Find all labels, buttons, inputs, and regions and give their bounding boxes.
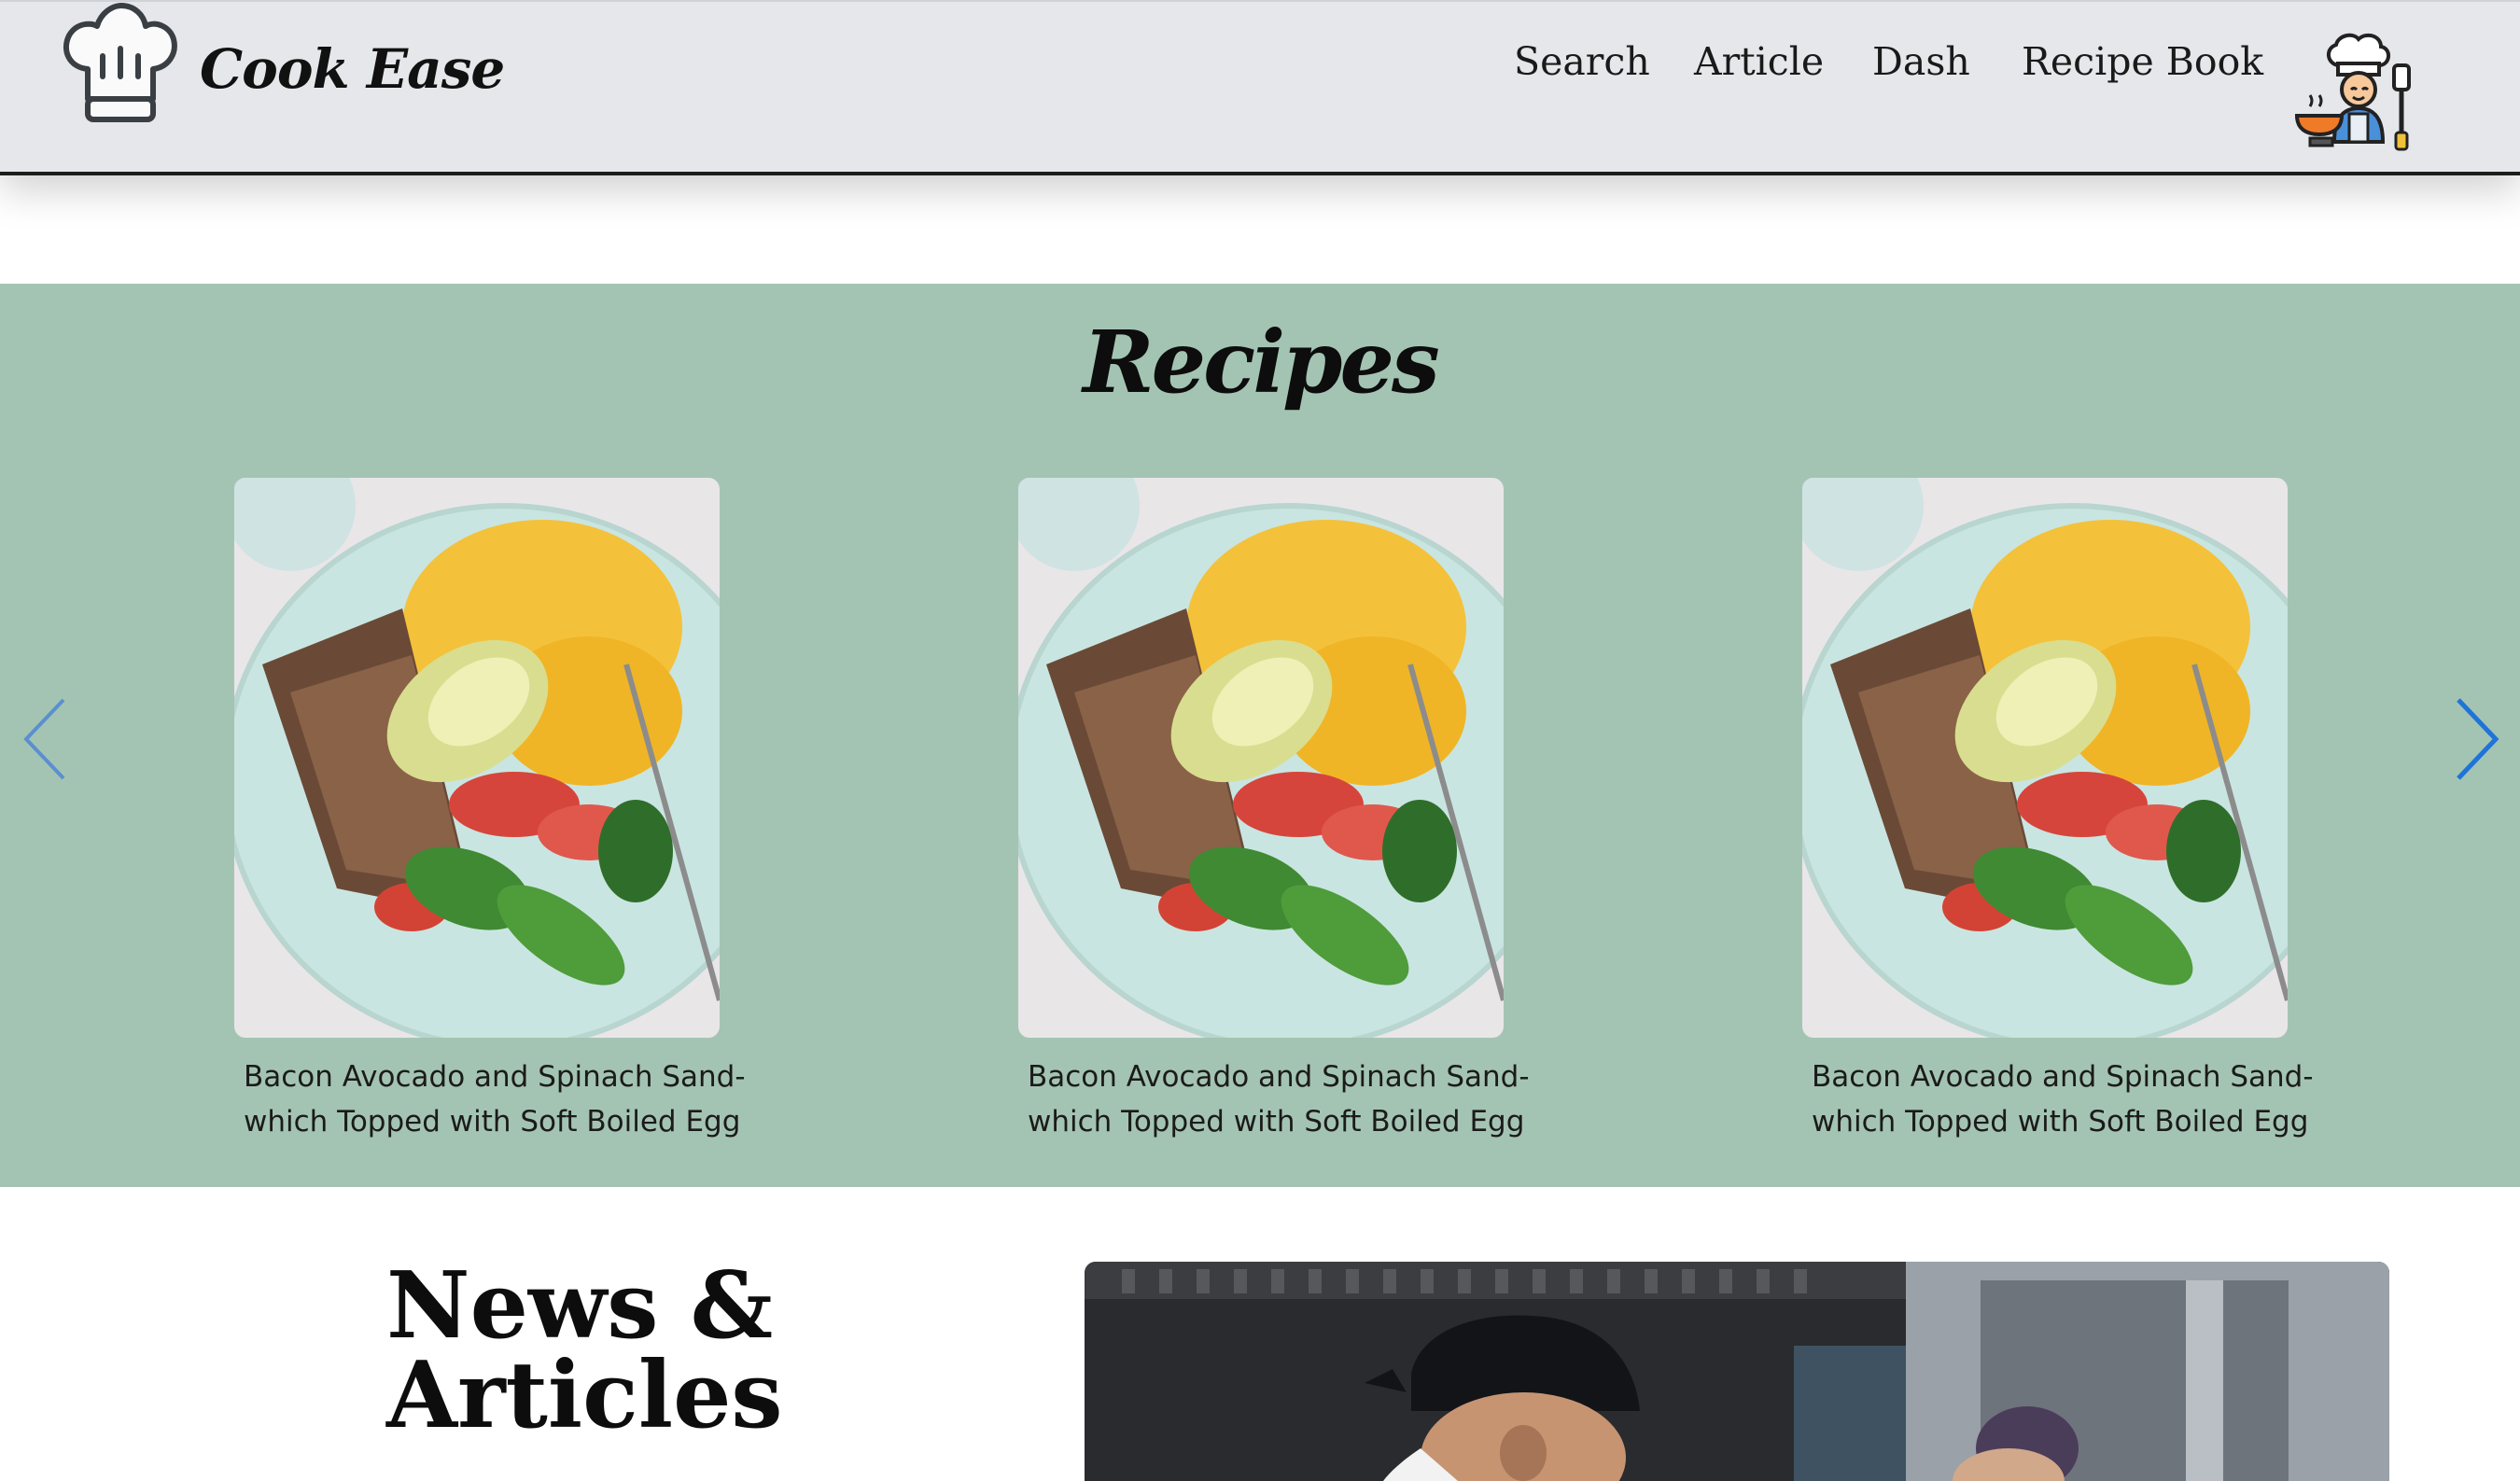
nav-link-dash[interactable]: Dash bbox=[1872, 39, 1970, 84]
news-heading: News & Articles bbox=[386, 1252, 783, 1449]
news-photo[interactable] bbox=[1085, 1262, 2389, 1481]
main-nav: Search Article Dash Recipe Book bbox=[0, 39, 2520, 95]
recipe-caption[interactable]: Bacon Avocado and Spinach Sand-which Top… bbox=[234, 1055, 748, 1144]
recipe-caption[interactable]: Bacon Avocado and Spinach Sand-which Top… bbox=[1802, 1055, 2316, 1144]
recipe-caption[interactable]: Bacon Avocado and Spinach Sand-which Top… bbox=[1018, 1055, 1532, 1144]
site-header: Cook Ease Search Article Dash Recipe Boo… bbox=[0, 0, 2520, 175]
recipe-image[interactable] bbox=[1018, 478, 1504, 1038]
chef-avatar-icon[interactable] bbox=[2291, 28, 2422, 153]
carousel-next-icon[interactable] bbox=[2447, 692, 2503, 786]
nav-link-article[interactable]: Article bbox=[1694, 39, 1824, 84]
recipe-card[interactable]: Bacon Avocado and Spinach Sand-which Top… bbox=[1802, 478, 2314, 1144]
nav-link-recipe-book[interactable]: Recipe Book bbox=[2022, 39, 2263, 84]
recipe-card[interactable]: Bacon Avocado and Spinach Sand-which Top… bbox=[1018, 478, 1530, 1144]
recipes-heading: Recipes bbox=[1083, 312, 1440, 412]
nav-link-search[interactable]: Search bbox=[1514, 39, 1650, 84]
recipe-image[interactable] bbox=[1802, 478, 2288, 1038]
recipe-card[interactable]: Bacon Avocado and Spinach Sand-which Top… bbox=[234, 478, 746, 1144]
carousel-prev-icon[interactable] bbox=[19, 692, 75, 786]
recipe-image[interactable] bbox=[234, 478, 720, 1038]
recipes-section: Recipes Bacon Avocado and Spinach Sand-w… bbox=[0, 284, 2520, 1187]
